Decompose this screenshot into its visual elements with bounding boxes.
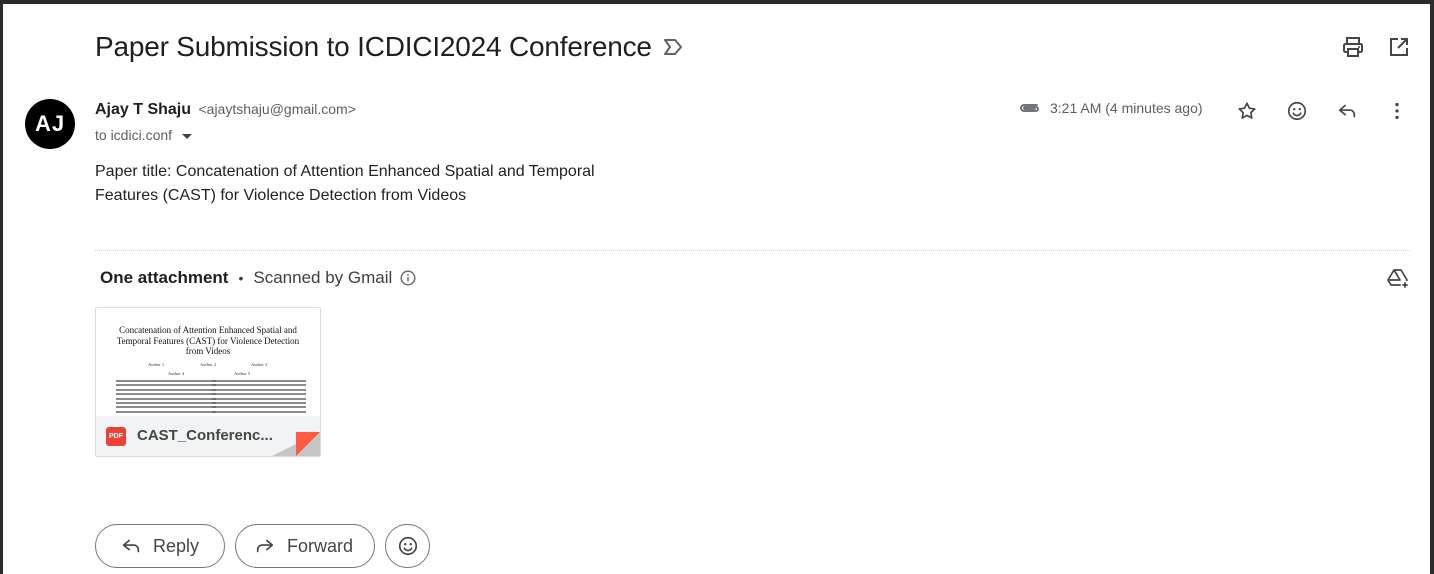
recipient-text: to icdici.conf	[95, 127, 173, 143]
sender-avatar[interactable]: AJ	[25, 99, 75, 149]
message-time: 3:21 AM (4 minutes ago)	[1050, 100, 1203, 116]
window-frame-right	[1430, 0, 1434, 574]
forward-button[interactable]: Forward	[235, 524, 375, 568]
more-vert-icon[interactable]	[1386, 100, 1408, 122]
forward-button-label: Forward	[287, 535, 354, 556]
print-icon[interactable]	[1341, 35, 1365, 59]
recipient-line: to icdici.conf	[95, 127, 193, 143]
separator-dot: •	[238, 270, 244, 286]
reply-icon	[122, 539, 140, 553]
preview-text-column	[212, 380, 306, 415]
attachment-preview[interactable]: Concatenation of Attention Enhanced Spat…	[96, 308, 320, 416]
attachment-card[interactable]: Concatenation of Attention Enhanced Spat…	[95, 307, 321, 457]
attachments-header: One attachment • Scanned by Gmail	[100, 268, 416, 288]
emoji-icon[interactable]	[1286, 100, 1308, 122]
reply-button[interactable]: Reply	[95, 524, 225, 568]
paperclip-icon	[1020, 104, 1039, 112]
attachment-filename[interactable]: CAST_Conferenc...	[137, 427, 273, 444]
preview-text-column	[116, 380, 216, 415]
preview-author: Author 2	[200, 362, 217, 367]
pdf-icon: PDF	[106, 427, 126, 446]
sender-email: <ajaytshaju@gmail.com>	[198, 101, 356, 117]
window-frame-left	[0, 0, 3, 574]
preview-author: Author 3	[251, 362, 268, 367]
sender-line: Ajay T Shaju <ajaytshaju@gmail.com>	[95, 101, 356, 119]
scan-status: Scanned by Gmail	[253, 268, 393, 287]
preview-title: Concatenation of Attention Enhanced Spat…	[116, 325, 300, 356]
star-icon[interactable]	[1236, 100, 1258, 122]
add-to-drive-icon[interactable]	[1386, 267, 1410, 291]
sender-name[interactable]: Ajay T Shaju	[95, 101, 191, 118]
attachment-count: One attachment	[100, 268, 229, 287]
email-subject: Paper Submission to ICDICI2024 Conferenc…	[95, 31, 652, 62]
label-icon[interactable]	[662, 37, 684, 57]
show-details-chevron-down-icon[interactable]	[182, 133, 193, 139]
email-body: Paper title: Concatenation of Attention …	[95, 160, 655, 208]
attachment-footer[interactable]: PDF CAST_Conferenc...	[96, 416, 320, 456]
preview-author: Author 4	[168, 371, 185, 376]
info-icon[interactable]	[400, 270, 416, 286]
preview-author: Author 1	[148, 362, 165, 367]
body-line: Features (CAST) for Violence Detection f…	[95, 187, 467, 204]
message-meta: 3:21 AM (4 minutes ago)	[1018, 100, 1203, 116]
body-line: Paper title: Concatenation of Attention …	[95, 163, 595, 180]
emoji-reaction-button[interactable]	[385, 524, 430, 568]
reply-icon[interactable]	[1336, 100, 1358, 122]
reply-button-label: Reply	[153, 535, 200, 556]
window-frame-top	[0, 0, 1434, 4]
open-in-new-window-icon[interactable]	[1387, 35, 1411, 59]
attachment-divider	[95, 250, 1410, 251]
page-fold-accent	[296, 432, 320, 456]
preview-author: Author 5	[234, 371, 251, 376]
forward-icon	[256, 539, 274, 553]
emoji-icon	[398, 536, 417, 556]
